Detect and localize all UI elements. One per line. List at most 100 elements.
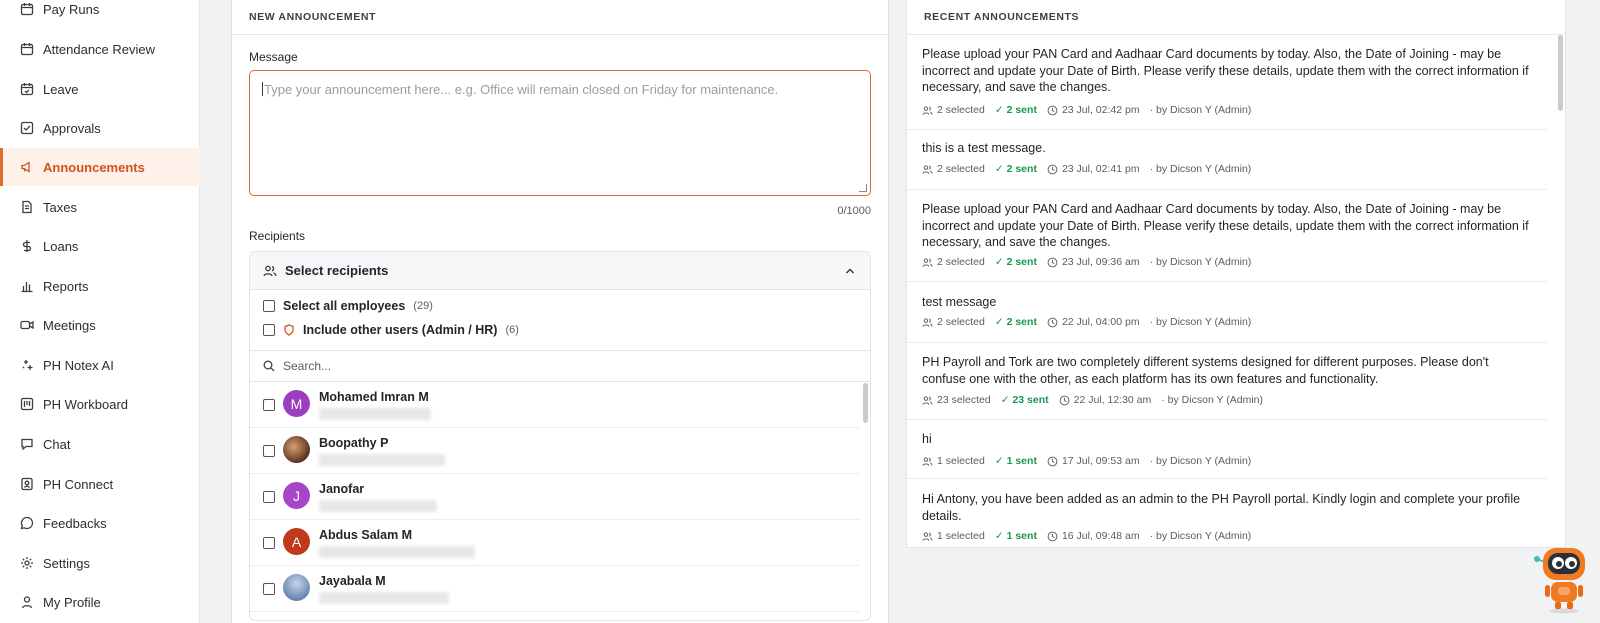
announcement-meta: 23 selected ✓ 23 sent 22 Jul, 12:30 am ·… bbox=[922, 394, 1263, 406]
sidebar-item-label: Chat bbox=[43, 436, 71, 452]
sidebar-item-taxes[interactable]: Taxes bbox=[0, 188, 200, 226]
announcement-item: hi 1 selected ✓ 1 sent 17 Jul, 09:53 am … bbox=[907, 420, 1547, 479]
sidebar-item-label: Taxes bbox=[43, 199, 77, 215]
employee-checkbox[interactable] bbox=[263, 583, 275, 595]
announcement-meta: 2 selected ✓ 2 sent 23 Jul, 09:36 am · b… bbox=[922, 256, 1251, 268]
blurred-detail bbox=[319, 592, 449, 604]
sidebar-item-announcements[interactable]: Announcements bbox=[0, 148, 200, 186]
text-caret bbox=[262, 82, 263, 96]
sent-count: ✓ 2 sent bbox=[994, 256, 1037, 268]
avatar: A bbox=[283, 528, 310, 555]
search-icon bbox=[263, 360, 275, 372]
employee-checkbox[interactable] bbox=[263, 491, 275, 503]
announcement-meta: 2 selected ✓ 2 sent 22 Jul, 04:00 pm · b… bbox=[922, 316, 1251, 328]
employee-checkbox[interactable] bbox=[263, 537, 275, 549]
recipient-search-input[interactable]: Search... bbox=[250, 350, 870, 382]
announcement-item: Please upload your PAN Card and Aadhaar … bbox=[907, 35, 1547, 130]
check-square-icon bbox=[20, 121, 34, 135]
clock-icon bbox=[1047, 456, 1058, 467]
clock-icon bbox=[1047, 105, 1058, 116]
sidebar-item-label: Meetings bbox=[43, 317, 96, 333]
sidebar-item-approvals[interactable]: Approvals bbox=[0, 109, 200, 147]
select-all-count: (29) bbox=[413, 300, 433, 312]
document-icon bbox=[20, 200, 34, 214]
sidebar-item-settings[interactable]: Settings bbox=[0, 544, 200, 582]
include-other-label: Include other users (Admin / HR) bbox=[303, 323, 498, 337]
sent-count: ✓ 1 sent bbox=[994, 455, 1037, 467]
employee-row[interactable]: Boopathy P bbox=[250, 428, 860, 474]
blurred-detail bbox=[319, 454, 445, 466]
sidebar-item-label: Feedbacks bbox=[43, 515, 107, 531]
sidebar-item-pay-runs[interactable]: Pay Runs bbox=[0, 0, 200, 28]
sidebar-item-label: PH Notex AI bbox=[43, 357, 114, 373]
chat-icon bbox=[20, 437, 34, 451]
announcement-meta: 2 selected ✓ 2 sent 23 Jul, 02:41 pm · b… bbox=[922, 163, 1251, 175]
recipients-scrollbar[interactable] bbox=[863, 383, 868, 423]
sidebar-item-ph-notex-ai[interactable]: PH Notex AI bbox=[0, 346, 200, 384]
select-recipients-toggle[interactable]: Select recipients bbox=[250, 252, 870, 290]
sidebar-item-reports[interactable]: Reports bbox=[0, 267, 200, 305]
sent-count: ✓ 23 sent bbox=[1000, 394, 1049, 406]
chevron-up-icon[interactable] bbox=[844, 265, 856, 277]
sidebar-item-label: Attendance Review bbox=[43, 41, 156, 57]
select-all-checkbox[interactable] bbox=[263, 300, 275, 312]
sidebar-item-chat[interactable]: Chat bbox=[0, 425, 200, 463]
sidebar-item-label: Loans bbox=[43, 238, 79, 254]
announcement-item: test message 2 selected ✓ 2 sent 22 Jul,… bbox=[907, 282, 1547, 343]
sidebar-item-leave[interactable]: Leave bbox=[0, 70, 200, 108]
selected-count: 23 selected bbox=[937, 394, 991, 406]
announcement-author: · by Dicson Y (Admin) bbox=[1149, 163, 1252, 175]
contact-icon bbox=[20, 477, 34, 491]
select-recipients-label: Select recipients bbox=[285, 263, 389, 278]
select-all-employees-option[interactable]: Select all employees (29) bbox=[263, 299, 433, 313]
announcement-time: 16 Jul, 09:48 am bbox=[1061, 530, 1140, 542]
selected-count: 2 selected bbox=[937, 163, 985, 175]
sidebar-item-loans[interactable]: Loans bbox=[0, 227, 200, 265]
sidebar-item-label: Leave bbox=[43, 81, 79, 97]
sidebar-item-my-profile[interactable]: My Profile bbox=[0, 583, 200, 621]
recipients-selector: Select recipients Select all employees (… bbox=[249, 251, 871, 621]
message-circle-icon bbox=[20, 516, 34, 530]
sidebar-item-feedbacks[interactable]: Feedbacks bbox=[0, 504, 200, 542]
announcement-text: hi bbox=[922, 432, 932, 446]
announcement-text: Hi Antony, you have been added as an adm… bbox=[922, 492, 1521, 523]
character-counter: 0/1000 bbox=[837, 205, 871, 217]
avatar: J bbox=[283, 482, 310, 509]
resize-handle-icon[interactable] bbox=[859, 184, 867, 192]
sent-count: ✓ 2 sent bbox=[994, 104, 1037, 116]
employee-row[interactable]: M Mohamed Imran M bbox=[250, 382, 860, 428]
selected-count: 1 selected bbox=[937, 530, 985, 542]
clock-icon bbox=[1047, 164, 1058, 175]
sidebar-item-attendance-review[interactable]: Attendance Review bbox=[0, 30, 200, 68]
announcement-text: Please upload your PAN Card and Aadhaar … bbox=[922, 47, 1529, 94]
sidebar-item-label: Approvals bbox=[43, 120, 101, 136]
employee-row[interactable]: A Abdus Salam M bbox=[250, 520, 860, 566]
recent-announcements-panel: RECENT ANNOUNCEMENTS Please upload your … bbox=[906, 0, 1566, 548]
employee-name: Abdus Salam M bbox=[319, 528, 413, 542]
include-other-users-option[interactable]: Include other users (Admin / HR) (6) bbox=[263, 323, 519, 337]
clock-icon bbox=[1047, 531, 1058, 542]
calendar-check-icon bbox=[20, 82, 34, 96]
shield-icon bbox=[283, 324, 295, 336]
announcement-item: this is a test message. 2 selected ✓ 2 s… bbox=[907, 130, 1547, 190]
message-textarea[interactable]: Type your announcement here... e.g. Offi… bbox=[249, 70, 871, 196]
users-icon bbox=[922, 456, 933, 467]
announcement-text: PH Payroll and Tork are two completely d… bbox=[922, 355, 1489, 386]
announcement-item: Hi Antony, you have been added as an adm… bbox=[907, 479, 1547, 549]
employee-row[interactable]: J Janofar bbox=[250, 474, 860, 520]
employee-name: Mohamed Imran M bbox=[319, 390, 429, 404]
users-icon bbox=[922, 105, 933, 116]
assistant-robot-icon[interactable] bbox=[1531, 542, 1593, 614]
sidebar-item-label: Pay Runs bbox=[43, 1, 100, 17]
sidebar-item-ph-connect[interactable]: PH Connect bbox=[0, 465, 200, 503]
employee-checkbox[interactable] bbox=[263, 445, 275, 457]
recent-announcements-scrollbar[interactable] bbox=[1558, 35, 1563, 111]
user-icon bbox=[20, 595, 34, 609]
include-other-checkbox[interactable] bbox=[263, 324, 275, 336]
announcement-author: · by Dicson Y (Admin) bbox=[1149, 530, 1252, 542]
employee-checkbox[interactable] bbox=[263, 399, 275, 411]
users-icon bbox=[922, 395, 933, 406]
employee-row[interactable]: Jayabala M bbox=[250, 566, 860, 612]
sidebar-item-meetings[interactable]: Meetings bbox=[0, 306, 200, 344]
sidebar-item-ph-workboard[interactable]: PH Workboard bbox=[0, 385, 200, 423]
